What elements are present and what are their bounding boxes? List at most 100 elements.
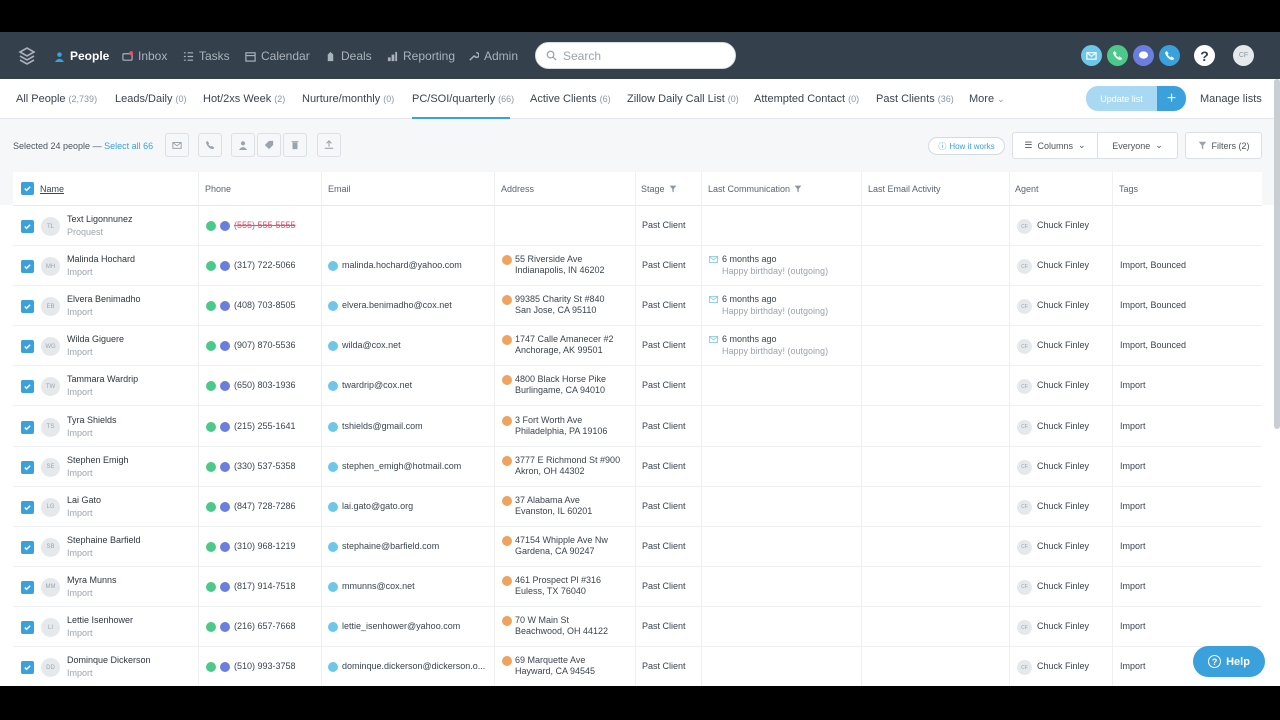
stage-value[interactable]: Past Client [642,220,686,230]
phone-number[interactable]: (317) 722-5066 [234,260,296,270]
avatar[interactable]: SE [41,457,60,477]
table-row[interactable]: TW Tammara Wardrip Import (650) 803-1936 twa… [13,366,1262,407]
person-name[interactable]: Tammara Wardrip [67,374,138,384]
col-name[interactable]: Name [40,184,64,194]
call-icon[interactable] [206,221,216,231]
call-icon[interactable] [206,261,216,272]
avatar[interactable]: SB [41,537,60,557]
tags-value[interactable]: Import [1120,461,1146,471]
row-checkbox[interactable] [21,380,34,394]
tab-attempted-contact[interactable]: Attempted Contact (0) [754,93,859,119]
email-address[interactable]: tshields@gmail.com [342,421,423,431]
tags-value[interactable]: Import [1120,380,1146,390]
user-avatar[interactable]: CF [1233,45,1254,66]
stage-value[interactable]: Past Client [642,581,686,591]
nav-reporting[interactable]: Reporting [387,48,455,64]
stage-value[interactable]: Past Client [642,661,686,671]
call-icon[interactable] [206,622,216,632]
search-input[interactable] [563,48,723,63]
tab-more[interactable]: More ⌄ [969,93,1005,119]
call-icon[interactable] [206,581,216,592]
address-line1[interactable]: 1747 Calle Amanecer #2 [515,334,614,344]
filters-button[interactable]: Filters (2) [1185,132,1262,159]
email-address[interactable]: stephen_emigh@hotmail.com [342,461,461,471]
row-checkbox[interactable] [21,661,34,675]
address-line1[interactable]: 3 Fort Worth Ave [515,415,582,425]
table-row[interactable]: MM Myra Munns Import (817) 914-7518 mmunns@c… [13,566,1262,607]
phone-number[interactable]: (510) 993-3758 [234,661,296,671]
email-address[interactable]: lettie_isenhower@yahoo.com [342,621,460,631]
everyone-dropdown[interactable]: Everyone ⌄ [1097,132,1178,159]
nav-inbox[interactable]: Inbox [122,48,167,64]
person-name[interactable]: Dominque Dickerson [67,655,151,665]
person-name[interactable]: Lai Gato [67,495,101,505]
agent-name[interactable]: Chuck Finley [1037,541,1089,551]
col-last-email-activity[interactable]: Last Email Activity [868,184,941,194]
nav-calendar[interactable]: Calendar [245,48,310,64]
stage-value[interactable]: Past Client [642,421,686,431]
tab-hot[interactable]: Hot/2xs Week (2) [203,93,285,119]
last-comm-desc[interactable]: Happy birthday! (outgoing) [722,266,828,276]
text-message-icon[interactable] [220,581,230,592]
tab-past-clients[interactable]: Past Clients (36) [876,93,954,119]
row-checkbox[interactable] [21,580,34,594]
text-message-icon[interactable] [220,622,230,632]
phone-number[interactable]: (216) 657-7668 [234,621,296,631]
avatar[interactable]: MM [41,577,60,597]
person-name[interactable]: Stephen Emigh [67,455,129,465]
columns-dropdown[interactable]: ☰ Columns ⌄ [1012,132,1098,159]
call-icon[interactable] [206,461,216,472]
text-message-icon[interactable] [220,461,230,472]
text-message-icon[interactable] [220,421,230,432]
tags-value[interactable]: Import [1120,581,1146,591]
select-all-link[interactable]: Select all 66 [104,141,153,151]
nav-admin[interactable]: Admin [468,48,518,64]
stage-value[interactable]: Past Client [642,621,686,631]
person-name[interactable]: Text Ligonnunez [67,214,133,224]
bulk-tag-button[interactable] [257,133,281,157]
logo-icon[interactable] [17,46,37,66]
select-all-checkbox[interactable] [21,182,34,195]
agent-name[interactable]: Chuck Finley [1037,260,1089,270]
row-checkbox[interactable] [21,460,34,474]
avatar[interactable]: DD [41,658,60,678]
person-name[interactable]: Tyra Shields [67,415,117,425]
person-name[interactable]: Elvera Benimadho [67,294,141,304]
call-icon[interactable] [206,421,216,432]
col-email[interactable]: Email [328,184,351,194]
text-message-icon[interactable] [220,381,230,392]
tab-nurture[interactable]: Nurture/monthly (0) [302,93,394,119]
agent-name[interactable]: Chuck Finley [1037,581,1089,591]
table-row[interactable]: SE Stephen Emigh Import (330) 537-5358 steph… [13,446,1262,487]
address-line1[interactable]: 47154 Whipple Ave Nw [515,535,608,545]
email-quick-button[interactable] [1081,45,1102,66]
col-stage[interactable]: Stage [641,184,677,194]
help-button[interactable]: ? Help [1193,646,1265,677]
agent-name[interactable]: Chuck Finley [1037,220,1089,230]
email-address[interactable]: stephaine@barfield.com [342,541,439,551]
phone-number[interactable]: (408) 703-8505 [234,300,296,310]
last-comm-desc[interactable]: Happy birthday! (outgoing) [722,346,828,356]
tags-value[interactable]: Import, Bounced [1120,300,1186,310]
tab-leads-daily[interactable]: Leads/Daily (0) [115,93,186,119]
agent-name[interactable]: Chuck Finley [1037,340,1089,350]
phone-number[interactable]: (555) 555-5555 [234,220,296,230]
tags-value[interactable]: Import, Bounced [1120,260,1186,270]
table-row[interactable]: MH Malinda Hochard Import (317) 722-5066 mal… [13,246,1262,287]
address-line1[interactable]: 37 Alabama Ave [515,495,580,505]
address-line1[interactable]: 3777 E Richmond St #900 [515,455,620,465]
email-address[interactable]: wilda@cox.net [342,340,401,350]
bulk-assign-button[interactable] [231,133,255,157]
table-row[interactable]: TL Text Ligonnunez Proquest (555) 555-5555 P… [13,206,1262,246]
row-checkbox[interactable] [21,540,34,554]
call-icon[interactable] [206,301,216,312]
address-line1[interactable]: 70 W Main St [515,615,569,625]
stage-value[interactable]: Past Client [642,501,686,511]
email-address[interactable]: malinda.hochard@yahoo.com [342,260,462,270]
row-checkbox[interactable] [21,340,34,354]
stage-value[interactable]: Past Client [642,541,686,551]
row-checkbox[interactable] [21,300,34,314]
call-icon[interactable] [206,662,216,673]
call-icon[interactable] [206,341,216,352]
email-address[interactable]: elvera.benimadho@cox.net [342,300,452,310]
